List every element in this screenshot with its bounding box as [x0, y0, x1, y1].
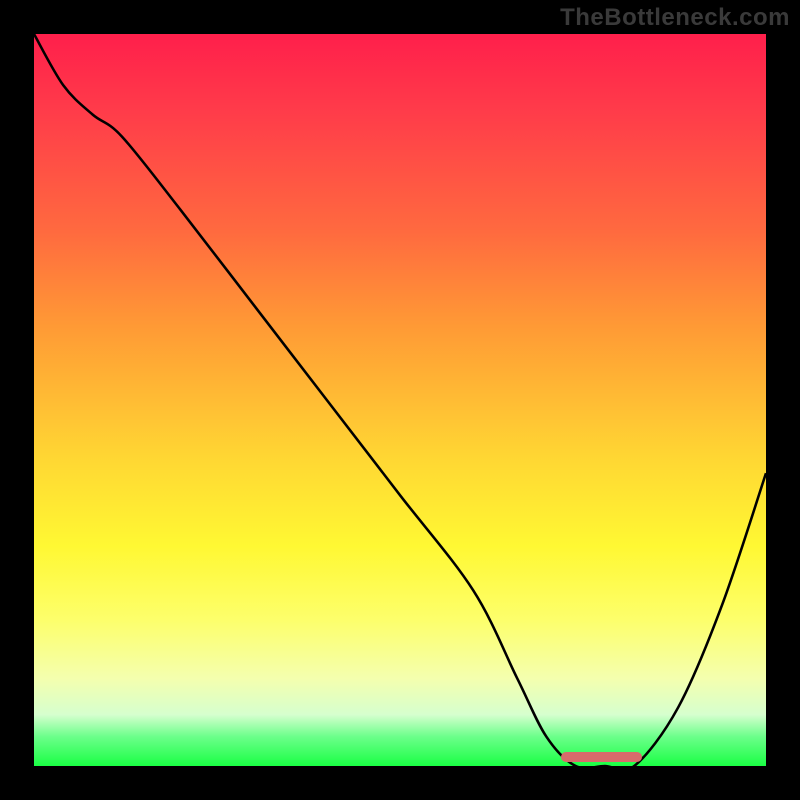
bottleneck-curve	[34, 34, 766, 766]
optimal-range-highlight	[561, 752, 642, 762]
chart-frame: TheBottleneck.com	[0, 0, 800, 800]
watermark-text: TheBottleneck.com	[560, 4, 790, 32]
curve-path	[34, 34, 766, 766]
plot-area	[34, 34, 766, 766]
